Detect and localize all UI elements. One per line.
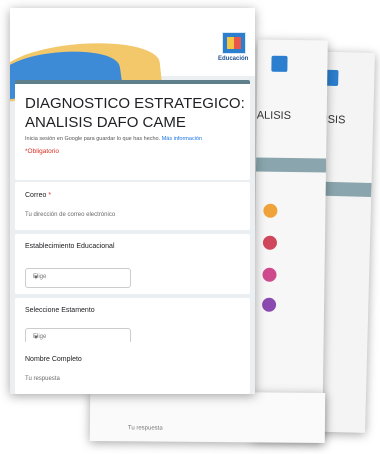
signin-text: Inicia sesión en Google para guardar lo … bbox=[25, 136, 161, 142]
form-header-banner: Educación bbox=[10, 8, 255, 103]
question-card-nombre: Nombre Completo Tu respuesta bbox=[15, 342, 250, 394]
peek-response: Tu respuesta bbox=[127, 425, 163, 432]
pink-circle-icon bbox=[262, 267, 277, 282]
more-info-link[interactable]: Más información bbox=[162, 136, 202, 142]
signin-notice: Inicia sesión en Google para guardar lo … bbox=[25, 136, 202, 142]
establecimiento-select[interactable]: Elige ▼ bbox=[25, 268, 131, 288]
question-label: Nombre Completo bbox=[25, 356, 82, 363]
nombre-input[interactable]: Tu respuesta bbox=[25, 376, 60, 382]
section-band bbox=[255, 157, 327, 173]
background-form-page-bottom: Tu respuesta bbox=[89, 390, 326, 444]
chevron-down-icon: ▼ bbox=[33, 275, 39, 281]
required-note: *Obligatorio bbox=[25, 148, 59, 155]
purple-circle-icon bbox=[261, 297, 277, 312]
peek-title: ALISIS bbox=[256, 109, 292, 123]
logo-label: Educación bbox=[218, 56, 249, 62]
required-marker: * bbox=[48, 192, 52, 199]
chevron-down-icon: ▼ bbox=[33, 335, 39, 341]
form-title: DIAGNOSTICO ESTRATEGICO: ANALISIS DAFO C… bbox=[25, 95, 245, 131]
red-circle-icon bbox=[262, 235, 278, 250]
background-form-page: ALISIS bbox=[252, 39, 328, 441]
question-card-establecimiento: Establecimiento Educacional Elige ▼ bbox=[15, 234, 250, 294]
ministry-logo-icon bbox=[271, 55, 288, 72]
question-label: Establecimiento Educacional bbox=[25, 243, 115, 250]
question-label: Correo * bbox=[25, 192, 52, 199]
email-input[interactable]: Tu dirección de correo electrónico bbox=[25, 212, 115, 218]
form-title-card: DIAGNOSTICO ESTRATEGICO: ANALISIS DAFO C… bbox=[15, 80, 250, 180]
ministry-logo-icon bbox=[222, 32, 246, 54]
question-card-email: Correo * Tu dirección de correo electrón… bbox=[15, 182, 250, 230]
orange-circle-icon bbox=[263, 203, 278, 218]
question-label: Seleccione Estamento bbox=[25, 307, 95, 314]
google-form-page: Educación DIAGNOSTICO ESTRATEGICO: ANALI… bbox=[10, 8, 255, 394]
